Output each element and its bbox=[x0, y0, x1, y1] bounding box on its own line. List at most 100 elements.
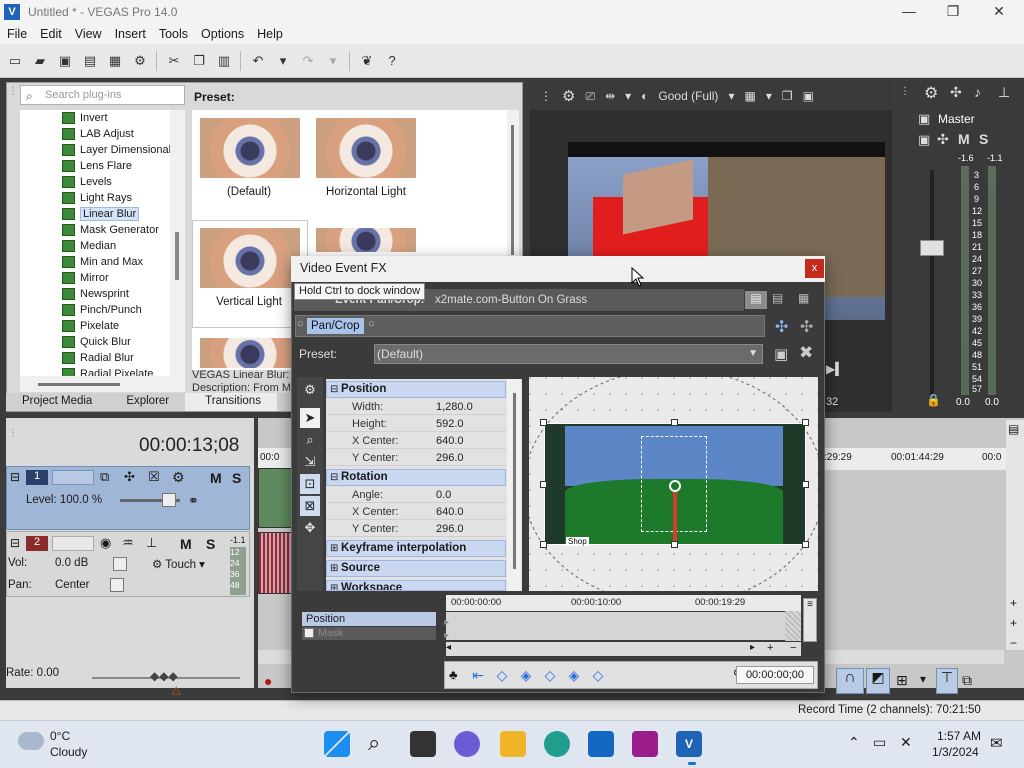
keyframe-marker-icon[interactable]: ▸ bbox=[444, 630, 449, 641]
resize-handle[interactable] bbox=[671, 419, 678, 426]
save-preset-icon[interactable]: ▣ bbox=[774, 345, 788, 363]
chevron-up-icon[interactable]: ⌃ bbox=[848, 734, 860, 751]
size-about-center-icon[interactable]: ⊠ bbox=[300, 496, 320, 516]
pan-crop-frame[interactable] bbox=[544, 423, 806, 545]
move-tool-icon[interactable]: ⇲ bbox=[300, 452, 320, 472]
plugin-item[interactable]: Pixelate bbox=[20, 318, 185, 334]
track2-vol-slider[interactable] bbox=[113, 557, 127, 571]
scroll-right-icon[interactable]: ▸ bbox=[750, 642, 755, 653]
resize-handle[interactable] bbox=[671, 541, 678, 548]
maximize-button[interactable]: ❐ bbox=[930, 0, 976, 24]
zoom-in-icon[interactable]: + bbox=[1010, 596, 1017, 610]
track2-pan-slider[interactable] bbox=[110, 578, 124, 592]
property-value[interactable]: 1,280.0 bbox=[436, 401, 473, 413]
microsoft-store-icon[interactable] bbox=[588, 731, 614, 757]
zoom-in-icon[interactable]: + bbox=[1010, 616, 1017, 630]
zoom-out-icon[interactable]: − bbox=[790, 642, 796, 654]
move-freely-icon[interactable]: ✥ bbox=[300, 518, 320, 538]
resize-handle[interactable] bbox=[540, 541, 547, 548]
save-as-icon[interactable]: ▤ bbox=[81, 52, 99, 70]
layout-list-icon[interactable]: ▤ bbox=[745, 291, 767, 309]
volume-muted-icon[interactable]: ✕ bbox=[900, 734, 912, 751]
master-fader-handle[interactable] bbox=[920, 240, 944, 256]
track-composite-mode-icon[interactable]: ⚭ bbox=[188, 493, 199, 509]
track2-solo-button[interactable]: S bbox=[206, 536, 215, 552]
master-insert-fx-icon[interactable]: ✣ bbox=[937, 131, 949, 148]
master-fader-icon[interactable]: ⊥ bbox=[998, 84, 1010, 101]
task-view-icon[interactable] bbox=[410, 731, 436, 757]
grid-overlay-icon[interactable]: ▦ bbox=[744, 89, 755, 103]
tab-explorer[interactable]: Explorer bbox=[108, 393, 185, 411]
snapping-magnet-icon[interactable]: ∩ bbox=[836, 668, 864, 694]
preset-thumbnail-vertical-light[interactable] bbox=[200, 228, 300, 288]
split-dropdown-icon[interactable]: ▾ bbox=[625, 89, 631, 103]
dialog-close-button[interactable]: x bbox=[805, 259, 824, 278]
keyframe-track-mask[interactable]: Mask bbox=[302, 627, 436, 640]
zoom-out-icon[interactable]: − bbox=[1010, 636, 1017, 650]
zoom-tool-icon[interactable]: ⌕ bbox=[300, 430, 320, 450]
plugin-item[interactable]: LAB Adjust bbox=[20, 126, 185, 142]
section-keyframe-interpolation[interactable]: ⊞ Keyframe interpolation bbox=[326, 540, 506, 557]
menu-edit[interactable]: Edit bbox=[33, 27, 68, 41]
zoom-in-icon[interactable]: + bbox=[767, 642, 773, 654]
panel-grip-icon[interactable]: ⋮ bbox=[900, 86, 910, 97]
preset-thumbnail-partial[interactable] bbox=[316, 228, 416, 252]
resize-handle[interactable] bbox=[802, 419, 809, 426]
keyframe-hscrollbar[interactable] bbox=[446, 642, 801, 656]
track-fx-icon[interactable]: ♒ bbox=[122, 535, 134, 551]
lock-aspect-icon[interactable]: ⊡ bbox=[300, 474, 320, 494]
resize-handle[interactable] bbox=[540, 481, 547, 488]
weather-temperature[interactable]: 0°C bbox=[50, 729, 70, 743]
track-fx-icon[interactable]: ✣ bbox=[124, 469, 135, 485]
paste-icon[interactable]: ▥ bbox=[215, 52, 233, 70]
plugin-item[interactable]: Median bbox=[20, 238, 185, 254]
last-keyframe-icon[interactable]: ◇ bbox=[590, 667, 606, 683]
master-fx-bypass-icon[interactable]: ▣ bbox=[918, 132, 930, 148]
track2-name-field[interactable] bbox=[52, 536, 94, 551]
track1-level-slider[interactable] bbox=[162, 493, 176, 507]
tab-project-media[interactable]: Project Media bbox=[6, 393, 108, 411]
plugin-tree-scrollbar[interactable] bbox=[170, 110, 185, 376]
plugin-item[interactable]: Radial Blur bbox=[20, 350, 185, 366]
property-value[interactable]: 592.0 bbox=[436, 418, 464, 430]
menu-help[interactable]: Help bbox=[250, 27, 289, 41]
panel-grip-icon[interactable]: ⋮ bbox=[8, 428, 18, 439]
ripple-edit-icon[interactable]: ⊞ bbox=[896, 672, 908, 689]
video-clip[interactable] bbox=[258, 468, 294, 528]
track1-name-field[interactable] bbox=[52, 470, 94, 485]
undo-icon[interactable]: ↶ bbox=[249, 52, 267, 70]
master-record-icon[interactable]: ▣ bbox=[918, 111, 930, 127]
plugin-search-input[interactable]: ⌕ Search plug-ins bbox=[20, 85, 185, 105]
track2-mute-button[interactable]: M bbox=[180, 536, 192, 552]
remove-plugin-icon[interactable]: ✣ bbox=[800, 317, 813, 337]
panel-grip-icon[interactable]: ⋮ bbox=[8, 86, 18, 97]
external-monitor-icon[interactable]: ⎚ bbox=[585, 89, 595, 104]
track-automation-icon[interactable]: ⊥ bbox=[146, 535, 157, 551]
whats-this-help-icon[interactable]: ? bbox=[383, 52, 401, 70]
plugin-item[interactable]: Levels bbox=[20, 174, 185, 190]
plugin-item[interactable]: Min and Max bbox=[20, 254, 185, 270]
notes-icon[interactable]: ▤ bbox=[1008, 422, 1019, 436]
layout-grid-icon[interactable]: ▦ bbox=[798, 291, 809, 305]
master-mute-button[interactable]: M bbox=[958, 131, 970, 147]
section-rotation[interactable]: ⊟ Rotation bbox=[326, 469, 506, 486]
delete-preset-icon[interactable]: ✖ bbox=[799, 343, 813, 363]
properties-scrollbar[interactable] bbox=[507, 379, 521, 591]
master-lock-icon[interactable]: 🔒 bbox=[926, 393, 941, 407]
layout-details-icon[interactable]: ▤ bbox=[772, 291, 783, 305]
overlay-icon[interactable]: ◐ bbox=[641, 89, 648, 103]
preset-thumbnail-horizontal-light[interactable] bbox=[316, 118, 416, 178]
plugin-item-selected[interactable]: Linear Blur bbox=[20, 206, 185, 222]
tab-transitions[interactable]: Transitions bbox=[185, 393, 277, 411]
section-source[interactable]: ⊞ Source bbox=[326, 560, 506, 577]
file-explorer-icon[interactable] bbox=[500, 731, 526, 757]
close-button[interactable]: ✕ bbox=[976, 0, 1022, 24]
record-icon[interactable]: ● bbox=[264, 673, 272, 689]
plugin-item[interactable]: Pinch/Punch bbox=[20, 302, 185, 318]
create-keyframe-icon[interactable]: ◈ bbox=[518, 667, 534, 683]
undo-dropdown-icon[interactable]: ▾ bbox=[274, 52, 292, 70]
master-speaker-icon[interactable]: ♪ bbox=[974, 84, 981, 100]
track1-mute-button[interactable]: M bbox=[210, 470, 222, 486]
track-expand-icon[interactable]: ⊟ bbox=[10, 536, 20, 550]
preset-thumbnail-partial[interactable] bbox=[200, 338, 300, 368]
